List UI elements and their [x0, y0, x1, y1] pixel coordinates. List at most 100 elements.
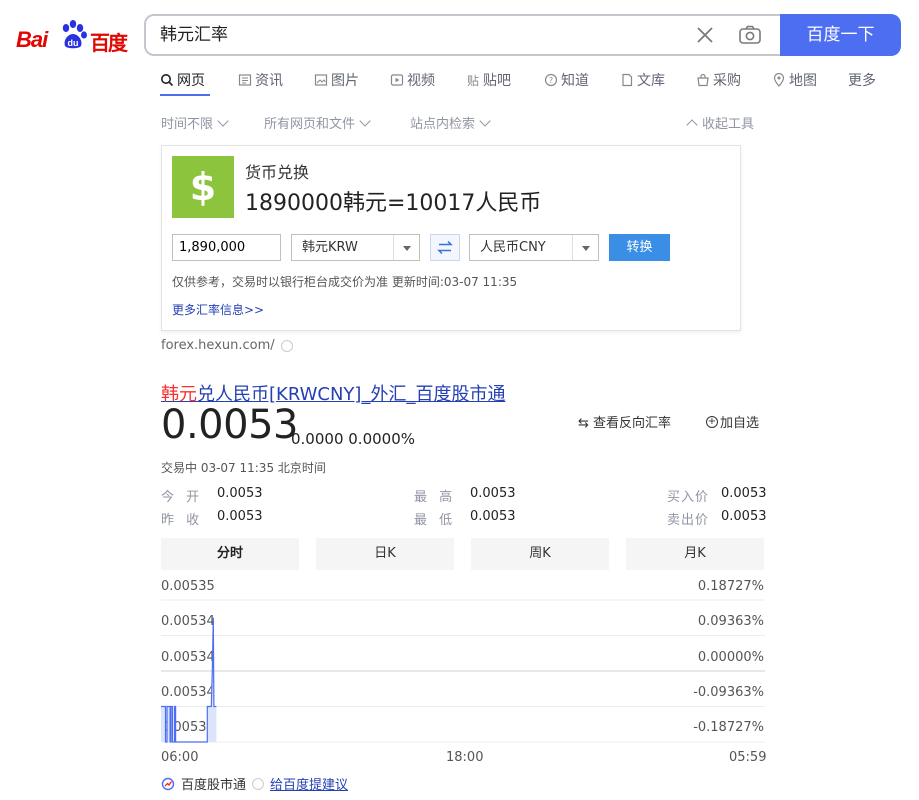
current-rate: 0.0053	[161, 402, 298, 448]
filter-type-label: 所有网页和文件	[264, 117, 356, 132]
chart-tab-daily[interactable]: 日K	[316, 538, 454, 570]
from-currency-select[interactable]: 韩元KRW	[291, 234, 420, 261]
x-tick: 05:59	[729, 750, 767, 765]
shop-icon	[697, 73, 709, 87]
video-icon	[390, 74, 404, 86]
dollar-icon: $	[172, 156, 234, 218]
svg-text:?: ?	[549, 76, 553, 85]
tab-label: 地图	[789, 73, 817, 89]
chevron-down-icon	[393, 235, 419, 260]
add-watchlist-label: 加自选	[720, 416, 760, 431]
chart-tab-monthly[interactable]: 月K	[626, 538, 764, 570]
footer-brand[interactable]: 百度股市通	[181, 774, 246, 793]
add-watchlist-button[interactable]: + 加自选	[706, 412, 759, 431]
filter-time[interactable]: 时间不限	[161, 113, 229, 132]
trading-status: 交易中 03-07 11:35 北京时间	[161, 461, 326, 475]
currency-converter-card: $ 货币兑换 1890000韩元=10017人民币 韩元KRW 人民币CNY 转…	[161, 145, 741, 331]
document-icon	[622, 73, 633, 87]
tab-label: 贴吧	[483, 73, 511, 89]
close-icon[interactable]	[694, 24, 716, 46]
tab-images[interactable]: 图片	[314, 70, 359, 90]
ask-value: 0.0053	[721, 509, 767, 524]
chevron-down-icon	[217, 115, 229, 127]
tieba-icon: 贴	[467, 74, 479, 87]
search-input[interactable]	[160, 16, 660, 54]
source-url[interactable]: forex.hexun.com/	[161, 338, 275, 353]
stock-market-icon	[161, 777, 175, 790]
low-label: 最 低	[414, 513, 457, 528]
collapse-tools[interactable]: 收起工具	[686, 113, 754, 132]
converter-title: 货币兑换	[245, 163, 310, 182]
tab-tieba[interactable]: 贴 贴吧	[466, 70, 511, 90]
to-currency-select[interactable]: 人民币CNY	[469, 234, 599, 261]
safety-icon	[252, 777, 265, 790]
x-tick: 18:00	[446, 750, 484, 765]
open-label: 今 开	[161, 490, 204, 505]
tab-map[interactable]: 地图	[772, 70, 817, 90]
chevron-down-icon	[479, 115, 491, 127]
logo-text-bai: Bai	[16, 27, 48, 52]
tab-wenku[interactable]: 文库	[620, 70, 665, 90]
ask-label: 卖出价	[667, 513, 710, 528]
filter-site-label: 站点内检索	[410, 117, 476, 132]
paw-icon: du	[62, 20, 87, 49]
bid-label: 买入价	[667, 490, 710, 505]
tab-shopping[interactable]: 采购	[696, 70, 741, 90]
result-source: forex.hexun.com/	[161, 338, 293, 353]
tab-label: 文库	[637, 73, 665, 89]
tab-zhidao[interactable]: ? 知道	[544, 70, 589, 90]
tab-label: 更多	[848, 73, 876, 89]
chevron-down-icon	[359, 115, 371, 127]
convert-button[interactable]: 转换	[609, 234, 670, 261]
intraday-chart	[161, 599, 765, 743]
swap-icon: ⇆	[578, 416, 589, 431]
high-value: 0.0053	[470, 486, 516, 501]
chart-tab-intraday[interactable]: 分时	[161, 538, 299, 570]
chart-tab-weekly[interactable]: 周K	[471, 538, 609, 570]
converter-note: 仅供参考，交易时以银行柜台成交价为准 更新时间:03-07 11:35	[172, 275, 518, 289]
svg-text:贴: 贴	[467, 74, 479, 87]
tab-video[interactable]: 视频	[390, 70, 435, 90]
chart-series	[161, 617, 217, 743]
price-area	[161, 617, 217, 742]
tab-label: 资讯	[255, 73, 283, 89]
tab-label: 图片	[331, 73, 359, 89]
prev-close-label: 昨 收	[161, 513, 204, 528]
converter-result: 1890000韩元=10017人民币	[245, 191, 542, 216]
more-rates-link[interactable]: 更多汇率信息>>	[172, 301, 264, 318]
high-label: 最 高	[414, 490, 457, 505]
feedback-link[interactable]: 给百度提建议	[270, 774, 348, 793]
chart-grid	[161, 599, 765, 743]
tab-web[interactable]: 网页	[160, 70, 205, 90]
chevron-up-icon	[686, 119, 698, 131]
tab-news[interactable]: 资讯	[238, 70, 283, 90]
safety-icon	[280, 339, 293, 352]
camera-icon[interactable]	[738, 23, 762, 47]
rate-change: 0.0000 0.0000%	[291, 430, 415, 448]
tab-label: 知道	[561, 73, 589, 89]
filter-site[interactable]: 站点内检索	[410, 113, 491, 132]
low-value: 0.0053	[470, 509, 516, 524]
search-button[interactable]: 百度一下	[780, 14, 901, 56]
active-tab-indicator	[160, 94, 210, 96]
reverse-rate-button[interactable]: ⇆ 查看反向汇率	[578, 412, 671, 431]
prev-close-value: 0.0053	[217, 509, 263, 524]
news-icon	[238, 74, 252, 86]
filter-time-label: 时间不限	[161, 117, 214, 132]
plus-icon: +	[706, 415, 718, 428]
image-icon	[314, 74, 328, 86]
swap-icon	[437, 240, 453, 255]
search-box	[144, 14, 784, 56]
baidu-logo[interactable]: Bai du 百度	[16, 18, 128, 55]
filter-type[interactable]: 所有网页和文件	[264, 113, 371, 132]
to-currency-label: 人民币CNY	[480, 240, 546, 255]
tab-label: 采购	[713, 73, 741, 89]
tab-more[interactable]: 更多	[848, 70, 876, 90]
logo-text-cn: 百度	[90, 31, 128, 55]
from-currency-label: 韩元KRW	[302, 240, 358, 255]
question-icon: ?	[544, 73, 558, 87]
swap-currency-button[interactable]	[430, 234, 460, 261]
reverse-rate-label: 查看反向汇率	[593, 416, 672, 431]
x-tick: 06:00	[161, 750, 199, 765]
amount-input[interactable]	[172, 234, 281, 261]
